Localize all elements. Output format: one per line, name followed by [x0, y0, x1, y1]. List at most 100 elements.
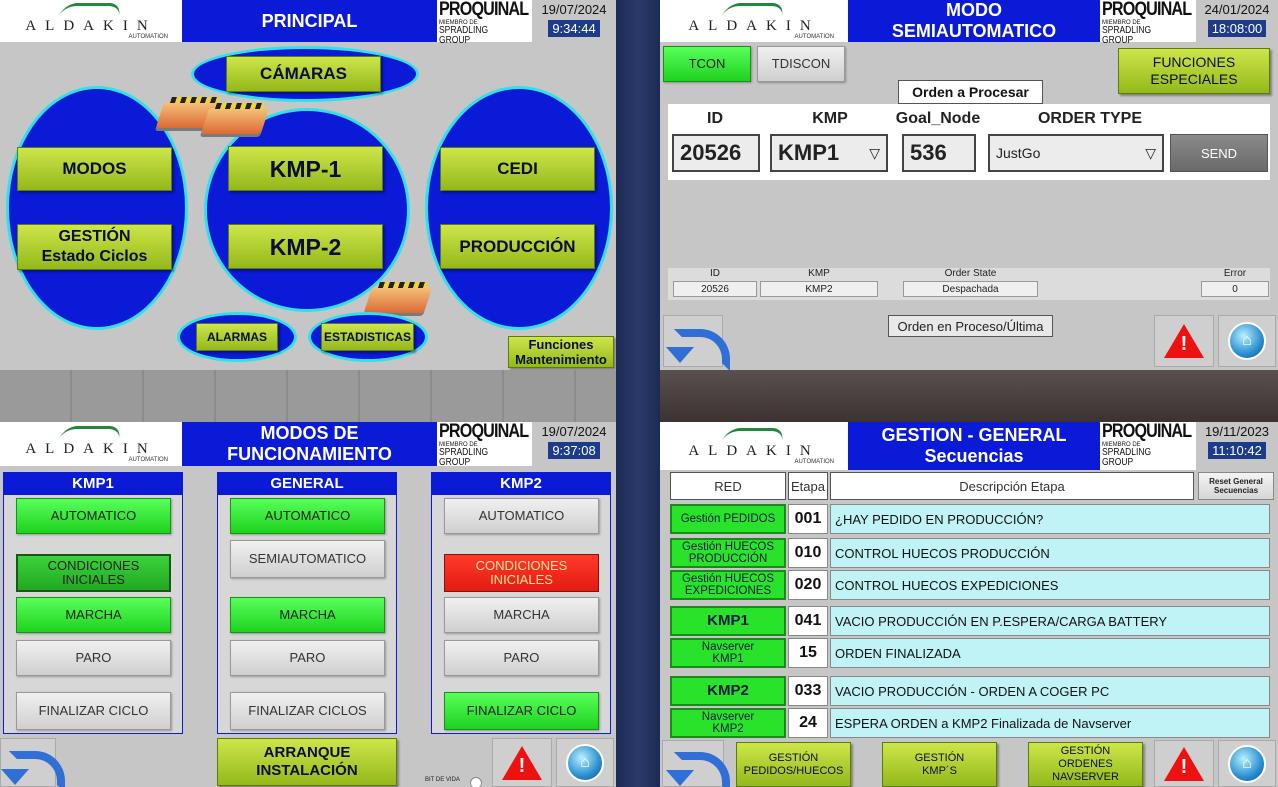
home-button[interactable]: ⌂ — [556, 738, 614, 787]
seq-row-description: CONTROL HUECOS EXPEDICIONES — [830, 570, 1270, 600]
estadisticas-button[interactable]: ESTADISTICAS — [321, 323, 414, 351]
kmp1-finalizar-button[interactable]: FINALIZAR CICLO — [16, 692, 171, 730]
gestion-button[interactable]: GESTIÓN Estado Ciclos — [17, 224, 172, 270]
bit-vida-indicator — [470, 777, 482, 787]
right-oval — [425, 86, 613, 330]
background-wall — [0, 370, 616, 422]
seq-row-name[interactable]: KMP2 — [670, 676, 786, 706]
alarm-button[interactable]: ! — [492, 738, 552, 787]
home-icon: ⌂ — [1228, 322, 1266, 360]
home-button[interactable]: ⌂ — [1218, 315, 1276, 367]
status-kmp-value: KMP2 — [760, 281, 878, 297]
back-button[interactable] — [0, 738, 65, 787]
status-state-label: Order State — [944, 268, 997, 279]
status-error-value: 0 — [1201, 281, 1269, 297]
kmp1-marcha-button[interactable]: MARCHA — [16, 597, 171, 633]
tcon-button[interactable]: TCON — [663, 46, 751, 82]
proquinal-logo: PROQUINAL MIEMBRO DE SPRADLING GROUP — [1100, 0, 1196, 46]
col-type-label: ORDER TYPE — [1037, 110, 1142, 127]
status-id-label: ID — [710, 268, 720, 279]
general-finalizar-button[interactable]: FINALIZAR CICLOS — [230, 692, 385, 730]
kmp2-condiciones-button[interactable]: CONDICIONES INICIALES — [444, 554, 599, 592]
order-type-value: JustGo — [996, 145, 1041, 161]
kmp1-automatico-button[interactable]: AUTOMATICO — [16, 498, 171, 534]
seq-row-description: ORDEN FINALIZADA — [830, 638, 1270, 668]
seq-row-name[interactable]: Navserver KMP2 — [670, 708, 786, 738]
col-id-label: ID — [707, 110, 723, 127]
kmp2-automatico-button[interactable]: AUTOMATICO — [444, 498, 599, 534]
general-marcha-button[interactable]: MARCHA — [230, 597, 385, 633]
home-icon: ⌂ — [566, 743, 604, 782]
orden-procesar-label: Orden a Procesar — [898, 80, 1043, 104]
orden-proceso-label: Orden en Proceso/Última — [888, 315, 1053, 337]
arranque-instalacion-button[interactable]: ARRANQUE INSTALACIÓN — [217, 738, 397, 786]
principal-screen: ALDAKIN AUTOMATION PRINCIPAL PROQUINAL MIE… — [0, 0, 616, 370]
semiautomatico-screen: ALDAKIN AUTOMATION MODO SEMIAUTOMATICO PR… — [660, 0, 1278, 370]
order-type-select[interactable]: JustGo ▽ — [988, 134, 1164, 172]
seq-row-description: ¿HAY PEDIDO EN PRODUCCIÓN? — [830, 504, 1270, 534]
page-title: PRINCIPAL — [182, 0, 437, 42]
general-semiautomatico-button[interactable]: SEMIAUTOMATICO — [230, 540, 385, 578]
kmp2-finalizar-button[interactable]: FINALIZAR CICLO — [444, 692, 599, 730]
send-button[interactable]: SEND — [1170, 134, 1268, 172]
bit-vida-label: BIT DE VIDA — [425, 777, 460, 783]
aldakin-logo: ALDAKIN AUTOMATION — [0, 422, 182, 466]
reset-general-button[interactable]: Reset General Secuencias — [1198, 472, 1274, 500]
gestion-screen: ALDAKIN AUTOMATION GESTION - GENERAL Secu… — [660, 422, 1278, 787]
seq-row-name[interactable]: Gestión HUECOS PRODUCCIÓN — [670, 538, 786, 568]
home-icon: ⌂ — [1228, 744, 1266, 783]
funciones-mantenimiento-button[interactable]: Funciones Mantenimiento — [508, 336, 614, 368]
modos-button[interactable]: MODOS — [17, 147, 172, 191]
seq-row-etapa: 041 — [788, 606, 828, 636]
proquinal-logo: PROQUINAL MIEMBRO DE SPRADLING GROUP — [437, 422, 532, 468]
general-column-header: GENERAL — [217, 472, 397, 494]
back-button[interactable] — [662, 740, 730, 787]
camaras-button[interactable]: CÁMARAS — [226, 56, 381, 92]
seq-row-name[interactable]: Navserver KMP1 — [670, 638, 786, 668]
alarmas-button[interactable]: ALARMAS — [196, 323, 278, 351]
kmp1-paro-button[interactable]: PARO — [16, 640, 171, 676]
kmp2-button[interactable]: KMP-2 — [228, 224, 383, 269]
seq-row-description: CONTROL HUECOS PRODUCCIÓN — [830, 538, 1270, 568]
kmp2-marcha-button[interactable]: MARCHA — [444, 597, 599, 633]
seq-row-name[interactable]: KMP1 — [670, 606, 786, 636]
seq-row-name[interactable]: Gestión HUECOS EXPEDICIONES — [670, 570, 786, 600]
seq-row-description: ESPERA ORDEN a KMP2 Finalizada de Navser… — [830, 708, 1270, 738]
alarm-warning-icon: ! — [1164, 324, 1204, 358]
back-arrow-icon — [666, 321, 730, 370]
goal-node-field[interactable]: 536 — [902, 134, 976, 172]
seq-row-etapa: 15 — [788, 638, 828, 668]
kmp2-paro-button[interactable]: PARO — [444, 640, 599, 676]
seq-row-description: VACIO PRODUCCIÓN - ORDEN A COGER PC — [830, 676, 1270, 706]
seq-row-name[interactable]: Gestión PEDIDOS — [670, 504, 786, 534]
background-rack — [616, 0, 660, 787]
kmp-select-value: KMP1 — [778, 140, 840, 165]
funciones-especiales-button[interactable]: FUNCIONES ESPECIALES — [1118, 48, 1270, 94]
status-state-value: Despachada — [903, 281, 1038, 297]
back-button[interactable] — [663, 315, 730, 370]
alarm-button[interactable]: ! — [1154, 740, 1214, 787]
aldakin-logo: ALDAKIN AUTOMATION — [660, 422, 848, 470]
general-automatico-button[interactable]: AUTOMATICO — [230, 498, 385, 534]
datetime: 19/07/2024 9:34:44 — [532, 0, 616, 42]
cedi-button[interactable]: CEDI — [440, 147, 595, 191]
gestion-kmps-button[interactable]: GESTIÓN KMP´S — [882, 742, 997, 787]
datetime: 24/01/2024 18:08:00 — [1196, 0, 1278, 42]
home-button[interactable]: ⌂ — [1218, 740, 1276, 787]
tdiscon-button[interactable]: TDISCON — [757, 46, 845, 82]
col-kmp-label: KMP — [812, 110, 848, 127]
gestion-ordenes-button[interactable]: GESTIÓN ORDENES NAVSERVER — [1028, 742, 1143, 787]
kmp1-button[interactable]: KMP-1 — [228, 146, 383, 191]
page-title: GESTION - GENERAL Secuencias — [848, 422, 1100, 470]
general-paro-button[interactable]: PARO — [230, 640, 385, 676]
back-arrow-icon — [666, 744, 730, 787]
chevron-down-icon: ▽ — [1145, 144, 1156, 161]
produccion-button[interactable]: PRODUCCIÓN — [440, 224, 595, 269]
kmp-select[interactable]: KMP1 ▽ — [770, 134, 888, 172]
status-id-value: 20526 — [673, 281, 757, 297]
seq-row-etapa: 020 — [788, 570, 828, 600]
kmp1-condiciones-button[interactable]: CONDICIONES INICIALES — [16, 554, 171, 592]
gestion-pedidos-button[interactable]: GESTIÓN PEDIDOS/HUECOS — [736, 742, 851, 787]
alarm-button[interactable]: ! — [1154, 315, 1214, 367]
id-field[interactable]: 20526 — [672, 134, 760, 172]
